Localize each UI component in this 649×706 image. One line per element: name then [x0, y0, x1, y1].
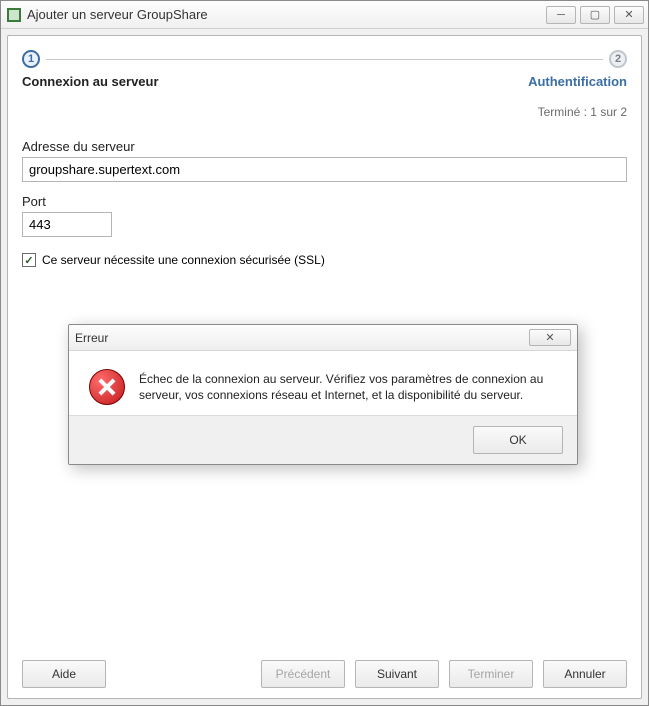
minimize-button[interactable]: ─ [546, 6, 576, 24]
wizard-content: 1 2 Connexion au serveur Authentificatio… [7, 35, 642, 699]
step-1-label: Connexion au serveur [22, 74, 159, 89]
error-dialog: Erreur ✕ Échec de la connexion au serveu… [68, 324, 578, 465]
error-message: Échec de la connexion au serveur. Vérifi… [139, 369, 557, 405]
error-dialog-title: Erreur [75, 331, 529, 345]
close-button[interactable]: ✕ [614, 6, 644, 24]
error-dialog-close-button[interactable]: ✕ [529, 329, 571, 346]
help-button[interactable]: Aide [22, 660, 106, 688]
titlebar: Ajouter un serveur GroupShare ─ ▢ ✕ [1, 1, 648, 29]
step-2-label: Authentification [528, 74, 627, 89]
next-button[interactable]: Suivant [355, 660, 439, 688]
progress-text: Terminé : 1 sur 2 [22, 105, 627, 119]
wizard-window: Ajouter un serveur GroupShare ─ ▢ ✕ 1 2 … [0, 0, 649, 706]
ssl-checkbox-label: Ce serveur nécessite une connexion sécur… [42, 253, 325, 267]
cancel-button[interactable]: Annuler [543, 660, 627, 688]
error-icon [89, 369, 125, 405]
step-2-badge: 2 [609, 50, 627, 68]
error-ok-button[interactable]: OK [473, 426, 563, 454]
ssl-checkbox[interactable] [22, 253, 36, 267]
maximize-button[interactable]: ▢ [580, 6, 610, 24]
previous-button[interactable]: Précédent [261, 660, 345, 688]
window-title: Ajouter un serveur GroupShare [27, 7, 546, 22]
port-label: Port [22, 194, 627, 209]
finish-button[interactable]: Terminer [449, 660, 533, 688]
app-icon [7, 8, 21, 22]
server-address-label: Adresse du serveur [22, 139, 627, 154]
step-connector [46, 59, 603, 60]
steps-indicator: 1 2 [22, 50, 627, 68]
wizard-button-row: Aide Précédent Suivant Terminer Annuler [22, 648, 627, 688]
port-input[interactable] [22, 212, 112, 237]
server-address-input[interactable] [22, 157, 627, 182]
error-dialog-titlebar: Erreur ✕ [69, 325, 577, 351]
step-1-badge: 1 [22, 50, 40, 68]
